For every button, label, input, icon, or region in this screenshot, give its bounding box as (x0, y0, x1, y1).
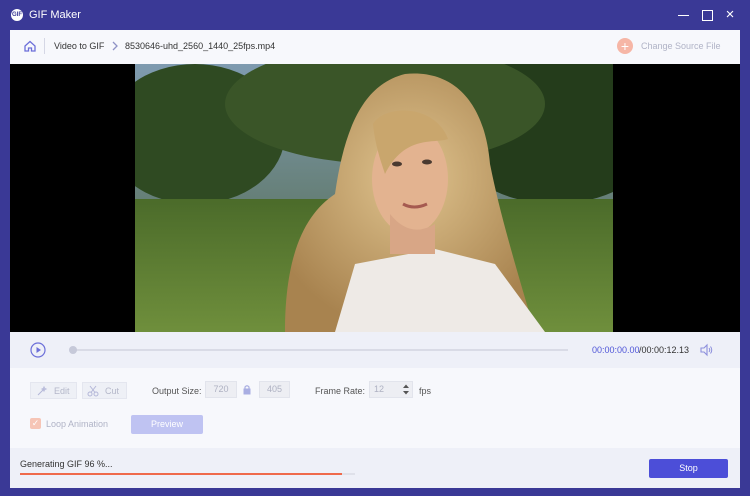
window-title: GIF Maker (29, 9, 81, 21)
playback-controls: 00:00:00.00 /00:00:12.13 (10, 332, 740, 368)
progress-bar (20, 473, 355, 475)
breadcrumb-file-name: 8530646-uhd_2560_1440_25fps.mp4 (125, 41, 276, 51)
breadcrumb-bar: Video to GIF 8530646-uhd_2560_1440_25fps… (10, 30, 740, 64)
output-size-label: Output Size: (152, 386, 202, 396)
gif-maker-window: GIF GIF Maker × Video to GIF 8530646-uhd… (0, 0, 750, 496)
scissors-icon (87, 385, 99, 397)
timeline-thumb[interactable] (69, 346, 77, 354)
stepper-arrows-icon[interactable] (402, 383, 410, 396)
volume-icon[interactable] (699, 343, 713, 357)
title-bar: GIF GIF Maker × (0, 0, 750, 30)
frame-rate-stepper[interactable]: 12 (369, 381, 413, 398)
main-content: Video to GIF 8530646-uhd_2560_1440_25fps… (10, 30, 740, 488)
output-height-input[interactable]: 405 (259, 381, 290, 398)
timeline-slider[interactable] (72, 349, 568, 351)
status-bar: Generating GIF 96 %... Stop (10, 448, 740, 488)
video-frame-image (135, 64, 613, 332)
frame-rate-label: Frame Rate: (315, 386, 366, 396)
output-width-input[interactable]: 720 (205, 381, 237, 398)
gif-logo-icon: GIF (11, 9, 23, 21)
generating-status-text: Generating GIF 96 %... (20, 459, 113, 469)
play-icon[interactable] (30, 342, 46, 358)
plus-circle-icon[interactable]: + (617, 38, 633, 54)
cut-label: Cut (105, 386, 120, 396)
chevron-right-icon (112, 41, 118, 51)
edit-button[interactable]: Edit (30, 382, 77, 399)
maximize-icon[interactable] (700, 7, 716, 23)
loop-animation-label: Loop Animation (46, 419, 109, 429)
edit-label: Edit (54, 386, 70, 396)
close-icon[interactable]: × (722, 7, 738, 23)
breadcrumb-video-to-gif[interactable]: Video to GIF (54, 41, 104, 51)
cut-button[interactable]: Cut (82, 382, 127, 399)
home-icon[interactable] (23, 39, 37, 53)
progress-fill (20, 473, 342, 475)
preview-button[interactable]: Preview (131, 415, 203, 434)
current-time: 00:00:00.00 (592, 345, 640, 355)
lock-icon[interactable] (242, 384, 252, 395)
loop-animation-checkbox[interactable]: ✓ (30, 418, 41, 429)
frame-rate-value: 12 (374, 384, 385, 394)
change-source-file-link[interactable]: Change Source File (641, 41, 721, 51)
video-preview[interactable] (10, 64, 740, 332)
minimize-icon[interactable] (676, 7, 692, 23)
breadcrumb-divider (44, 38, 45, 54)
magic-wand-icon (37, 385, 48, 396)
video-frame (135, 64, 613, 332)
total-time: /00:00:12.13 (639, 345, 690, 355)
fps-label: fps (419, 386, 432, 396)
stop-button[interactable]: Stop (649, 459, 728, 478)
